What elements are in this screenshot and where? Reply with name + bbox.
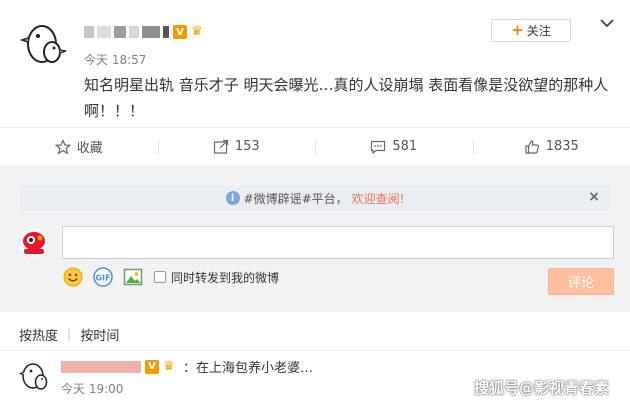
favorite-button[interactable]: 收藏	[0, 128, 158, 165]
comment-text: ：在上海包养小老婆…	[183, 361, 314, 376]
image-icon[interactable]	[122, 266, 144, 288]
notice-link[interactable]: 欢迎查阅!	[352, 190, 405, 207]
author-avatar[interactable]	[19, 18, 68, 66]
close-icon[interactable]: ×	[588, 189, 600, 205]
thumbs-up-icon	[525, 139, 539, 154]
emoji-icon[interactable]	[62, 266, 84, 288]
sort-by-time[interactable]: 按时间	[80, 325, 119, 344]
weibo-post: V ♛ 今天 18:57 知名明星出轨 音乐才子 明天会曝光…真的人设崩塌 表面…	[0, 0, 630, 126]
repost-button[interactable]: 153	[157, 128, 316, 165]
repost-count: 153	[234, 139, 260, 154]
svg-text:GIF: GIF	[95, 274, 110, 283]
comment-time: 今天 19:00	[61, 382, 124, 396]
like-button[interactable]: 1835	[472, 128, 630, 165]
comment-input[interactable]	[62, 226, 614, 259]
notice-text[interactable]: #微博辟谣#平台，	[244, 190, 348, 207]
post-content: 知名明星出轨 音乐才子 明天会曝光…真的人设崩塌 表面看像是没欲望的那种人啊！！…	[84, 76, 609, 120]
follow-label: 关注	[526, 24, 551, 38]
author-name-censored[interactable]	[84, 26, 169, 38]
comment-header: V ♛ ：在上海包养小老婆…	[61, 357, 313, 376]
current-user-avatar[interactable]	[20, 229, 48, 257]
rumor-notice: i #微博辟谣#平台， 欢迎查阅! ×	[20, 185, 610, 211]
author-name-row: V ♛	[84, 22, 207, 42]
watermark: 搜狐号@影视青春素	[474, 379, 610, 397]
post-action-bar: 收藏 153 581 1835	[0, 127, 630, 165]
comment-button[interactable]: 581	[315, 128, 473, 165]
star-icon	[54, 138, 71, 154]
follow-button[interactable]: + 关注	[491, 19, 571, 42]
verified-badge-icon: V	[145, 359, 159, 374]
comment-panel: i #微博辟谣#平台， 欢迎查阅! × GIF 同时转发到我的微博 评论	[0, 165, 630, 312]
sort-divider: |	[67, 326, 72, 342]
post-time[interactable]: 今天 18:57	[84, 51, 146, 68]
crown-badge-icon: ♛	[191, 24, 203, 39]
sort-by-hot[interactable]: 按热度	[19, 325, 58, 344]
crown-badge-icon: ♛	[163, 358, 175, 374]
info-icon: i	[225, 191, 240, 205]
chevron-down-icon[interactable]	[598, 14, 616, 32]
favorite-label: 收藏	[76, 141, 103, 156]
plus-icon: +	[511, 21, 524, 39]
repost-to-my-weibo[interactable]: 同时转发到我的微博	[154, 269, 279, 286]
comment-count: 581	[392, 139, 418, 154]
comment-icon	[371, 140, 386, 154]
commenter-avatar[interactable]	[18, 359, 51, 391]
submit-comment-button[interactable]: 评论	[548, 268, 614, 295]
commenter-name-censored[interactable]	[61, 360, 141, 373]
verified-badge-icon: V	[173, 25, 187, 39]
composer-toolbar: GIF 同时转发到我的微博	[62, 266, 279, 288]
repost-checkbox-label: 同时转发到我的微博	[171, 270, 280, 285]
like-count: 1835	[545, 139, 579, 154]
repost-icon	[213, 139, 228, 154]
repost-checkbox[interactable]	[154, 271, 166, 283]
gif-icon[interactable]: GIF	[92, 266, 114, 288]
